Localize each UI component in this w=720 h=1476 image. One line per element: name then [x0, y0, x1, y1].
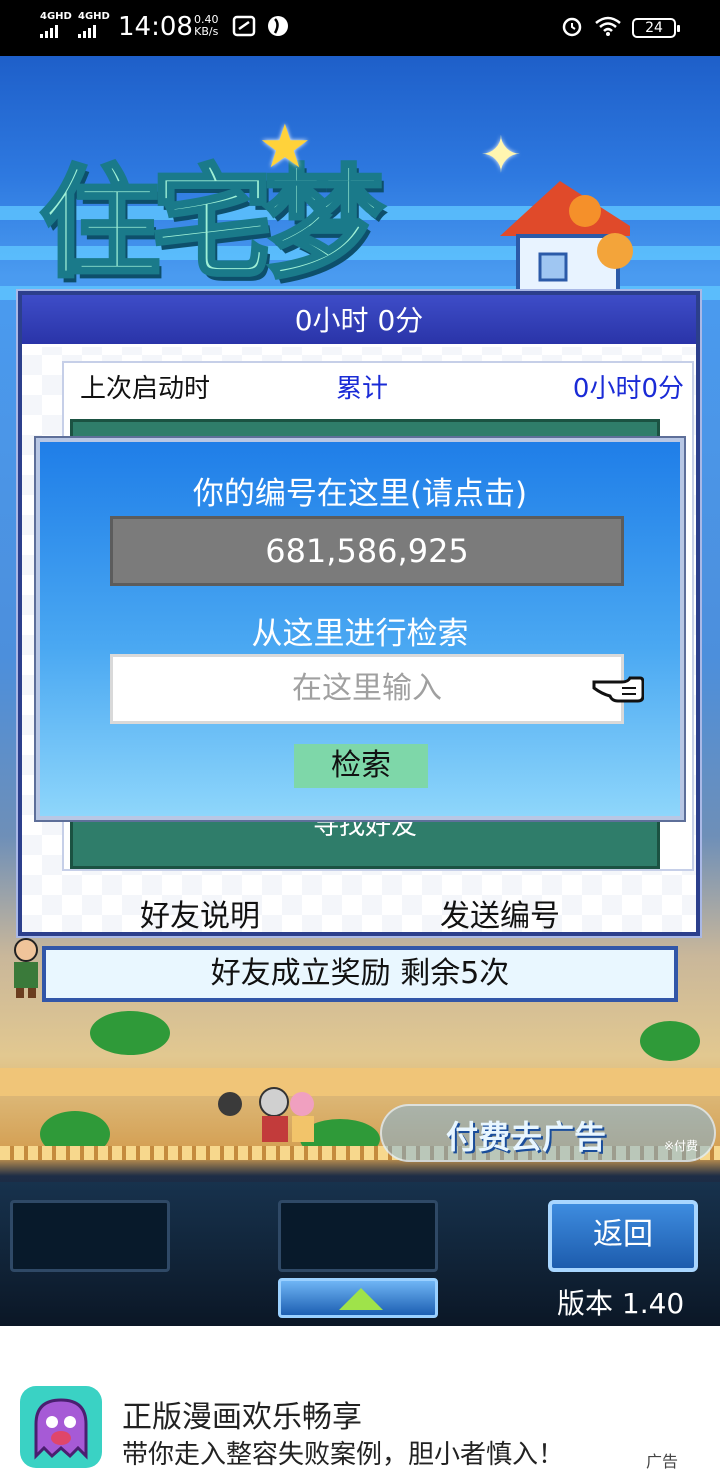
- search-button[interactable]: 检索: [294, 744, 428, 788]
- version-label: 版本 1.40: [557, 1287, 685, 1320]
- total-label: 累计: [336, 374, 389, 404]
- menu-slot[interactable]: [10, 1200, 170, 1272]
- star-icon: ★: [258, 112, 312, 182]
- signal-label: 4GHD: [78, 11, 110, 22]
- logo-text: 住宅梦: [38, 153, 386, 296]
- remove-ads-button[interactable]: 付费去广告 ※付费: [380, 1104, 716, 1162]
- search-title: 从这里进行检索: [251, 616, 469, 652]
- network-speed: 0.40 KB/s: [194, 14, 219, 38]
- search-input[interactable]: 在这里输入: [110, 654, 624, 724]
- speed-unit: KB/s: [194, 25, 219, 38]
- my-id-button[interactable]: 681,586,925: [110, 516, 624, 586]
- friend-reward-bar: 好友成立奖励 剩余5次: [42, 946, 678, 1002]
- ghost-icon: [34, 1398, 88, 1460]
- menu-slot[interactable]: [278, 1200, 438, 1272]
- signal-icon: 4GHD: [40, 12, 72, 38]
- panel-header: 0小时 0分: [22, 295, 696, 347]
- notification-icon: [232, 15, 256, 37]
- game-screen: 住宅梦 ★ ✦ 0小时 0分 上次启动时 累计 0小时0分 寻找好友 好友说明 …: [0, 56, 720, 1326]
- ad-description: 带你走入整容失败案例，胆小者慎入！: [122, 1440, 565, 1470]
- signal-label: 4GHD: [40, 11, 72, 22]
- panel-links: 好友说明 发送编号: [22, 885, 696, 935]
- total-time: 0小时0分: [572, 374, 684, 404]
- resident-character: [14, 938, 38, 998]
- remove-ads-note: ※付费: [663, 1139, 698, 1153]
- friend-id-dialog: 你的编号在这里(请点击) 681,586,925 从这里进行检索 在这里输入 检…: [36, 438, 684, 820]
- scroll-up-button[interactable]: [278, 1278, 438, 1318]
- road: [0, 1068, 720, 1096]
- last-launch-label: 上次启动时: [80, 374, 211, 404]
- ad-app-icon[interactable]: [20, 1386, 102, 1468]
- ad-title: 正版漫画欢乐畅享: [122, 1400, 362, 1435]
- control-bar: 返回 版本 1.40: [0, 1182, 720, 1326]
- ad-banner[interactable]: 正版漫画欢乐畅享 带你走入整容失败案例，胆小者慎入！ 广告: [0, 1326, 720, 1476]
- wifi-icon: [595, 16, 621, 36]
- game-logo: 住宅梦: [38, 126, 386, 300]
- send-id-button[interactable]: 发送编号: [440, 891, 560, 935]
- alarm-icon: [562, 17, 582, 37]
- bush: [90, 1011, 170, 1055]
- status-bar: 4GHD 4GHD 14:08 0.40 KB/s 24: [0, 0, 720, 56]
- battery-indicator: 24: [632, 18, 680, 38]
- ad-tag: 广告: [646, 1452, 679, 1471]
- remove-ads-label: 付费去广告: [446, 1118, 607, 1156]
- browser-icon: [268, 16, 288, 36]
- clock: 14:08: [118, 12, 193, 42]
- dialog-title: 你的编号在这里(请点击): [192, 476, 528, 512]
- back-button[interactable]: 返回: [548, 1200, 698, 1272]
- residents-group: [218, 1087, 314, 1142]
- house-icon: [500, 181, 633, 306]
- bush: [640, 1021, 700, 1061]
- friend-help-button[interactable]: 好友说明: [140, 891, 260, 935]
- pointing-hand-icon: [592, 676, 644, 703]
- up-arrow-icon: [339, 1288, 383, 1310]
- info-row: 上次启动时 累计 0小时0分: [64, 363, 692, 415]
- signal-icon: 4GHD: [78, 12, 110, 38]
